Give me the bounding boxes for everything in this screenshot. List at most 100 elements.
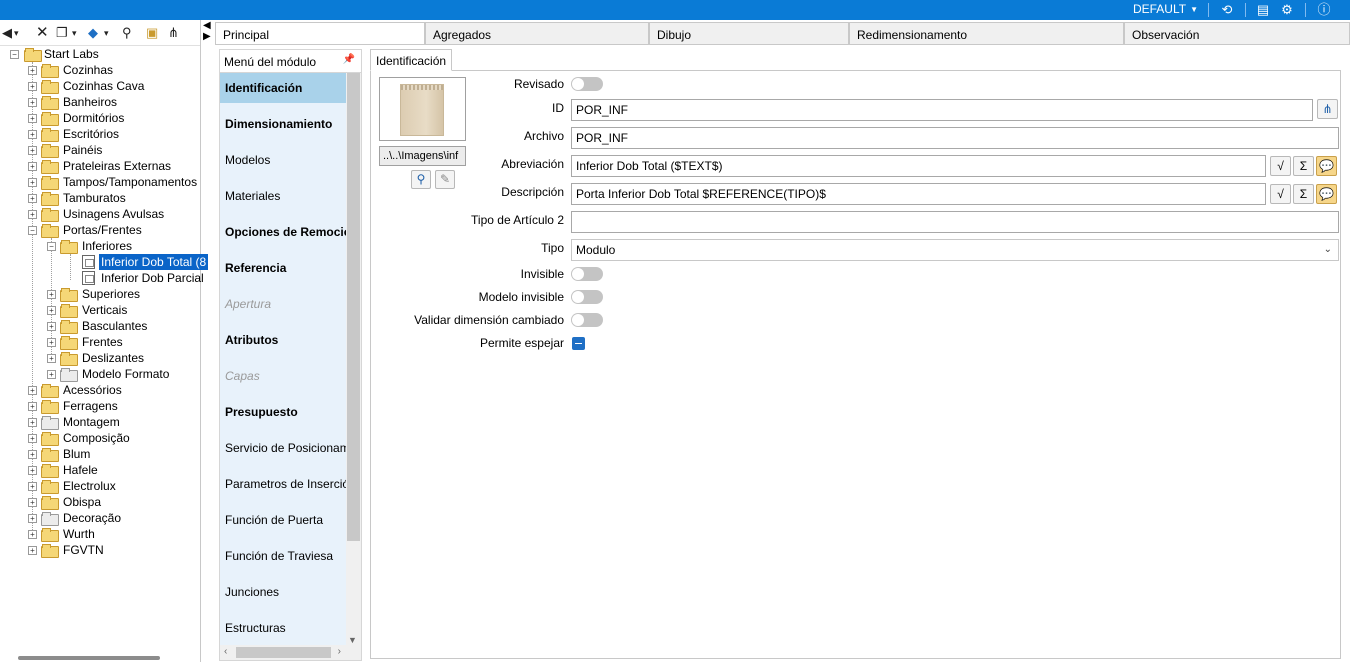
scroll-thumb[interactable] <box>347 73 360 541</box>
id-tree-button[interactable]: ⋔ <box>1317 99 1338 119</box>
tree-item-prateleiras[interactable]: + Prateleiras Externas <box>27 158 197 174</box>
tree-item-usinagens[interactable]: + Usinagens Avulsas <box>27 206 197 222</box>
pin-icon[interactable]: 📌 <box>343 54 355 65</box>
tree-item-cozinhas[interactable]: + Cozinhas <box>27 62 197 78</box>
back-dropdown-icon[interactable]: ▾ <box>14 24 19 42</box>
tipo-articulo-field[interactable] <box>571 211 1339 233</box>
tree-item-tampos[interactable]: + Tampos/Tamponamentos <box>27 174 197 190</box>
tree-item-basculantes[interactable]: + Basculantes <box>46 318 196 334</box>
menu-horizontal-scrollbar[interactable]: ‹ › <box>220 645 361 660</box>
menu-item-atributos[interactable]: Atributos <box>220 325 348 355</box>
arrow-left-icon[interactable]: ◀ <box>203 21 211 31</box>
menu-item-servicio-posicionamiento[interactable]: Servicio de Posicionamiento <box>220 433 348 463</box>
tab-agregados[interactable]: Agregados <box>425 22 649 44</box>
collapse-icon[interactable]: − <box>10 50 19 59</box>
clear-image-button[interactable]: ✎ <box>435 170 455 189</box>
menu-item-dimensionamiento[interactable]: Dimensionamiento <box>220 109 348 139</box>
tree-item-escritorios[interactable]: + Escritórios <box>27 126 197 142</box>
tab-principal[interactable]: Principal <box>215 22 425 44</box>
refresh-icon[interactable]: ⟲ <box>1218 1 1236 19</box>
arrow-right-icon[interactable]: ▶ <box>203 32 211 42</box>
tree-item-blum[interactable]: + Blum <box>27 446 197 462</box>
search-image-button[interactable]: ⚲ <box>411 170 431 189</box>
abreviacion-field[interactable]: Inferior Dob Total ($TEXT$) <box>571 155 1266 177</box>
tree-item-dormitorios[interactable]: + Dormitórios <box>27 110 197 126</box>
descripcion-field[interactable]: Porta Inferior Dob Total $REFERENCE(TIPO… <box>571 183 1266 205</box>
profile-selector[interactable]: DEFAULT ▼ <box>1133 2 1198 16</box>
tree-item-acessorios[interactable]: + Acessórios <box>27 382 197 398</box>
copy-dropdown-icon[interactable]: ▾ <box>72 24 77 42</box>
scroll-left-icon[interactable]: ‹ <box>224 646 227 657</box>
validar-dimension-toggle[interactable] <box>571 313 603 327</box>
menu-item-estructuras[interactable]: Estructuras <box>220 613 348 643</box>
image-path-field[interactable]: ..\..\Imagens\inf <box>379 146 466 166</box>
tree-item-deslizantes[interactable]: + Deslizantes <box>46 350 196 366</box>
menu-item-modelos[interactable]: Modelos <box>220 145 348 175</box>
abreviacion-sum-button[interactable]: Σ <box>1293 156 1314 176</box>
menu-item-opciones-remocion[interactable]: Opciones de Remoción <box>220 217 348 247</box>
tree-item-frentes[interactable]: + Frentes <box>46 334 196 350</box>
help-icon[interactable]: ⓘ <box>1315 1 1333 19</box>
archivo-field[interactable]: POR_INF <box>571 127 1339 149</box>
tree-item-verticais[interactable]: + Verticais <box>46 302 196 318</box>
scroll-down-icon[interactable]: ▼ <box>348 635 357 645</box>
tree-item-montagem[interactable]: + Montagem <box>27 414 197 430</box>
tree-item-banheiros[interactable]: + Banheiros <box>27 94 197 110</box>
menu-item-referencia[interactable]: Referencia <box>220 253 348 283</box>
gear-icon[interactable]: ⚙ <box>1278 1 1296 19</box>
modelo-invisible-toggle[interactable] <box>571 290 603 304</box>
revisado-toggle[interactable] <box>571 77 603 91</box>
abreviacion-formula-button[interactable]: √ <box>1270 156 1291 176</box>
tree-horizontal-scrollbar[interactable] <box>18 656 160 660</box>
scroll-right-icon[interactable]: › <box>338 646 341 657</box>
back-icon[interactable]: ◀ <box>2 24 12 42</box>
menu-item-junciones[interactable]: Junciones <box>220 577 348 607</box>
descripcion-comment-button[interactable]: 💬 <box>1316 184 1337 204</box>
delete-icon[interactable]: ✕ <box>36 24 49 42</box>
id-field[interactable]: POR_INF <box>571 99 1313 121</box>
tab-dibujo[interactable]: Dibujo <box>649 22 849 44</box>
menu-item-identificacion[interactable]: Identificación <box>220 73 348 103</box>
tree-item-fgvtn[interactable]: + FGVTN <box>27 542 197 558</box>
binoculars-icon[interactable]: ⚲ <box>122 24 132 42</box>
scroll-thumb[interactable] <box>236 647 331 658</box>
tree-icon[interactable]: ⋔ <box>168 24 179 42</box>
permite-espejar-checkbox[interactable] <box>572 337 585 350</box>
menu-item-presupuesto[interactable]: Presupuesto <box>220 397 348 427</box>
tab-redimensionamento[interactable]: Redimensionamento <box>849 22 1124 44</box>
tab-identificacion[interactable]: Identificación <box>370 49 453 71</box>
tree-item-inferiores[interactable]: − Inferiores <box>46 238 196 254</box>
menu-item-materiales[interactable]: Materiales <box>220 181 348 211</box>
tree-item-portas[interactable]: − Portas/Frentes <box>27 222 197 238</box>
tree-item-obispa[interactable]: + Obispa <box>27 494 197 510</box>
tree-root[interactable]: − Start Labs <box>8 46 198 62</box>
copy-icon[interactable]: ❐ <box>56 24 68 42</box>
layers-icon[interactable]: ◆ <box>88 24 98 42</box>
tree-item-tamburatos[interactable]: + Tamburatos <box>27 190 197 206</box>
tree-item-superiores[interactable]: + Superiores <box>46 286 196 302</box>
tree-item-ferragens[interactable]: + Ferragens <box>27 398 197 414</box>
tree-item-wurth[interactable]: + Wurth <box>27 526 197 542</box>
menu-item-funcion-puerta[interactable]: Función de Puerta <box>220 505 348 535</box>
menu-item-parametros-insercion[interactable]: Parametros de Inserción <box>220 469 348 499</box>
descripcion-formula-button[interactable]: √ <box>1270 184 1291 204</box>
tree-item-electrolux[interactable]: + Electrolux <box>27 478 197 494</box>
tab-observacion[interactable]: Observación <box>1124 22 1350 44</box>
abreviacion-comment-button[interactable]: 💬 <box>1316 156 1337 176</box>
tree-item-decoracao[interactable]: + Decoração <box>27 510 197 526</box>
tree-item-inferior-dob-total[interactable]: Inferior Dob Total (8 <box>80 254 209 270</box>
tipo-select[interactable]: Modulo ⌄ <box>571 239 1339 261</box>
layout-icon[interactable]: ▤ <box>1254 1 1272 19</box>
descripcion-sum-button[interactable]: Σ <box>1293 184 1314 204</box>
invisible-toggle[interactable] <box>571 267 603 281</box>
module-preview-image[interactable] <box>379 77 466 141</box>
tree-item-modelo-formato[interactable]: + Modelo Formato <box>46 366 196 382</box>
tree-item-inferior-dob-parcial[interactable]: Inferior Dob Parcial <box>80 270 204 286</box>
tree-item-paineis[interactable]: + Painéis <box>27 142 197 158</box>
menu-vertical-scrollbar[interactable]: ▼ <box>346 73 361 647</box>
layers-dropdown-icon[interactable]: ▾ <box>104 24 109 42</box>
menu-item-funcion-traviesa[interactable]: Función de Traviesa <box>220 541 348 571</box>
tree-item-cozinhas-cava[interactable]: + Cozinhas Cava <box>27 78 197 94</box>
folder-search-icon[interactable]: ▣ <box>146 24 158 42</box>
tree-item-composicao[interactable]: + Composição <box>27 430 197 446</box>
